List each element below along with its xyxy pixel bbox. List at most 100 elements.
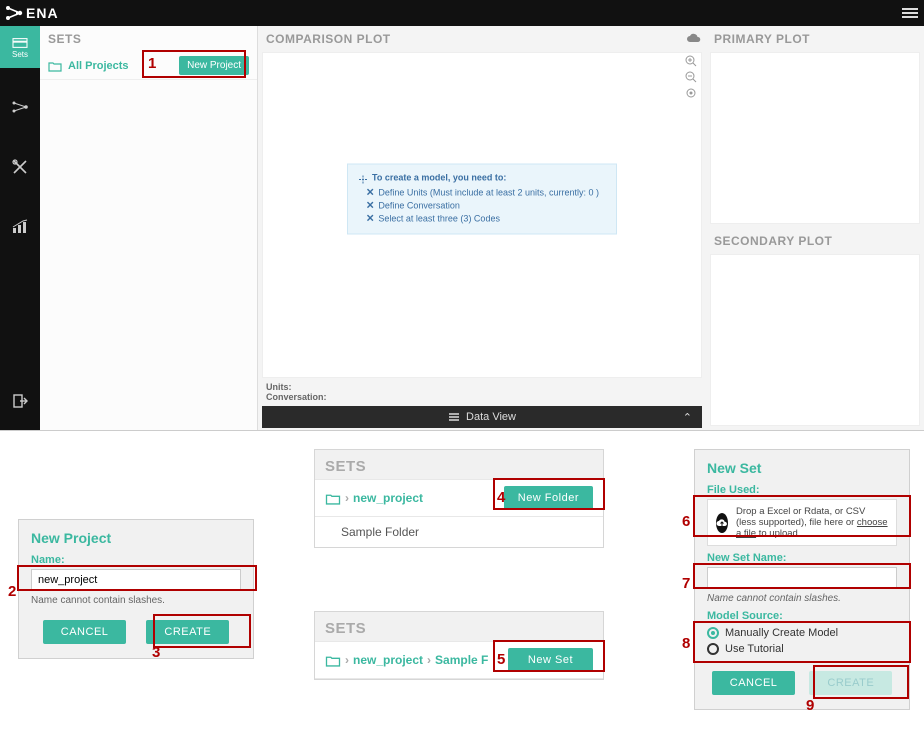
callout-num-1: 1	[148, 55, 156, 72]
all-projects-label: All Projects	[68, 60, 129, 72]
sets-card-folder: SETS › new_project New Folder Sample Fol…	[314, 449, 604, 548]
model-source-label: Model Source:	[707, 610, 897, 622]
list-icon	[448, 412, 460, 422]
secondary-plot-canvas	[710, 254, 920, 426]
titlebar: ENA	[0, 0, 924, 26]
nav-tools[interactable]	[0, 146, 40, 188]
barchart-icon	[11, 219, 29, 235]
dialog-title: New Project	[31, 530, 241, 546]
x-icon: ✕	[366, 200, 374, 211]
new-folder-button[interactable]: New Folder	[504, 486, 593, 510]
callout-num-6: 6	[682, 513, 690, 530]
hint-item-2: Select at least three (3) Codes	[378, 213, 500, 223]
file-dropzone[interactable]: Drop a Excel or Rdata, or CSV (less supp…	[707, 499, 897, 546]
sets-panel: SETS All Projects New Project 1	[40, 26, 258, 430]
name-warning: Name cannot contain slashes.	[707, 593, 897, 604]
new-set-dialog: New Set File Used: Drop a Excel or Rdata…	[694, 449, 910, 710]
nav-sets[interactable]: Sets	[0, 26, 40, 68]
callout-num-5: 5	[497, 651, 505, 668]
target-icon[interactable]	[685, 87, 697, 99]
folder-icon	[325, 654, 341, 667]
secondary-plot-title: SECONDARY PLOT	[706, 228, 924, 254]
project-name-input[interactable]	[31, 569, 241, 591]
app-shell: Sets	[0, 26, 924, 431]
callout-num-2: 2	[8, 583, 16, 600]
floating-cards: New Project Name: Name cannot contain sl…	[0, 431, 924, 741]
right-panels: PRIMARY PLOT SECONDARY PLOT	[706, 26, 924, 430]
sets-row: All Projects New Project 1	[40, 52, 257, 80]
cloud-upload-icon[interactable]	[686, 33, 702, 45]
folder-icon	[48, 60, 62, 72]
zoom-out-icon[interactable]	[685, 71, 697, 83]
new-set-button[interactable]: New Set	[508, 648, 593, 672]
folder-stack-icon	[11, 36, 29, 50]
radio-label: Use Tutorial	[725, 643, 784, 655]
network-icon	[4, 4, 24, 22]
app-name: ENA	[26, 5, 59, 21]
zoom-in-icon[interactable]	[685, 55, 697, 67]
radio-icon	[707, 627, 719, 639]
exit-icon	[12, 393, 28, 409]
hint-title: To create a model, you need to:	[372, 172, 506, 182]
comparison-plot-panel: COMPARISON PLOT To create a model, you n…	[258, 26, 706, 430]
nav-sets-label: Sets	[12, 50, 28, 59]
sets-card-set: SETS › new_project › Sample F New Set	[314, 611, 604, 680]
cancel-button[interactable]: CANCEL	[43, 620, 127, 644]
cloud-upload-icon	[716, 513, 728, 533]
data-view-bar[interactable]: Data View ⌃	[262, 406, 702, 428]
model-hint-box: To create a model, you need to: ✕ Define …	[347, 163, 617, 234]
chevron-up-icon: ⌃	[683, 411, 692, 424]
callout-num-8: 8	[682, 635, 690, 652]
create-button[interactable]: CREATE	[146, 620, 229, 644]
radio-manual[interactable]: Manually Create Model	[707, 625, 897, 641]
folder-icon	[325, 492, 341, 505]
nav-exit[interactable]	[0, 380, 40, 422]
file-used-label: File Used:	[707, 484, 897, 496]
set-name-label: New Set Name:	[707, 552, 897, 564]
list-item[interactable]: Sample Folder	[315, 517, 603, 547]
name-warning: Name cannot contain slashes.	[31, 595, 241, 606]
callout-num-9: 9	[806, 697, 814, 714]
callout-num-7: 7	[682, 575, 690, 592]
x-icon: ✕	[366, 213, 374, 224]
data-view-label: Data View	[466, 411, 516, 423]
comparison-plot-title: COMPARISON PLOT	[258, 26, 399, 52]
nav-model[interactable]	[0, 86, 40, 128]
units-label: Units:	[266, 382, 698, 392]
set-name-input[interactable]	[707, 567, 897, 589]
create-button[interactable]: CREATE	[809, 671, 892, 695]
dropzone-text: Drop a Excel or Rdata, or CSV (less supp…	[736, 506, 888, 539]
comparison-plot-canvas: To create a model, you need to: ✕ Define …	[262, 52, 702, 378]
breadcrumb[interactable]: › new_project › Sample F	[325, 653, 488, 667]
hint-item-0: Define Units (Must include at least 2 un…	[378, 187, 599, 197]
primary-plot-canvas	[710, 52, 920, 224]
x-icon: ✕	[366, 187, 374, 198]
all-projects-link[interactable]: All Projects	[48, 60, 129, 72]
left-nav: Sets	[0, 26, 40, 430]
primary-plot-title: PRIMARY PLOT	[706, 26, 924, 52]
sets-panel-title: SETS	[40, 26, 257, 52]
plot-footer: Units: Conversation:	[258, 378, 706, 406]
new-project-button[interactable]: New Project	[179, 56, 249, 75]
crumb-text: Sample F	[435, 653, 488, 667]
name-label: Name:	[31, 554, 241, 566]
sets-title: SETS	[315, 450, 603, 479]
radio-tutorial[interactable]: Use Tutorial	[707, 641, 897, 657]
logo: ENA	[4, 4, 59, 22]
new-project-dialog: New Project Name: Name cannot contain sl…	[18, 519, 254, 659]
nav-stats[interactable]	[0, 206, 40, 248]
crumb-text: new_project	[353, 491, 423, 505]
cancel-button[interactable]: CANCEL	[712, 671, 796, 695]
callout-num-4: 4	[497, 489, 505, 506]
sparkle-icon	[358, 174, 368, 184]
radio-label: Manually Create Model	[725, 627, 838, 639]
breadcrumb[interactable]: › new_project	[325, 491, 423, 505]
sets-title: SETS	[315, 612, 603, 641]
tools-icon	[11, 158, 29, 176]
menu-icon[interactable]	[902, 8, 918, 18]
conversation-label: Conversation:	[266, 392, 698, 402]
crumb-text: new_project	[353, 653, 423, 667]
radio-icon	[707, 643, 719, 655]
dialog-title: New Set	[707, 460, 897, 476]
hint-item-1: Define Conversation	[378, 200, 460, 210]
